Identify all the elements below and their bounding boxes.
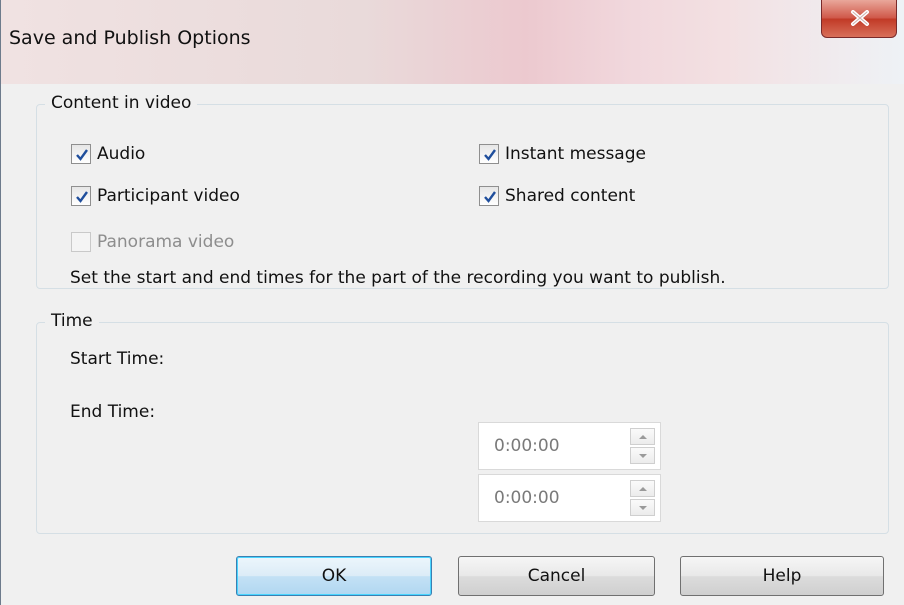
instant-message-checkbox-row[interactable]: Instant message xyxy=(479,141,646,167)
shared-content-checkbox-row[interactable]: Shared content xyxy=(479,183,635,209)
participant-video-checkbox[interactable] xyxy=(71,186,91,206)
title-bar[interactable]: Save and Publish Options xyxy=(1,0,904,84)
check-icon xyxy=(76,149,88,161)
instant-message-checkbox[interactable] xyxy=(479,144,499,164)
audio-checkbox-row[interactable]: Audio xyxy=(71,141,145,167)
end-time-value[interactable]: 0:00:00 xyxy=(494,488,560,508)
arrow-up-icon xyxy=(639,435,647,439)
check-icon xyxy=(76,191,88,203)
cancel-button[interactable]: Cancel xyxy=(458,556,655,596)
window-title: Save and Publish Options xyxy=(9,27,251,49)
time-description: Set the start and end times for the part… xyxy=(70,268,726,288)
close-button[interactable] xyxy=(821,0,897,38)
content-in-video-label: Content in video xyxy=(45,93,198,113)
audio-checkbox[interactable] xyxy=(71,144,91,164)
participant-video-label: Participant video xyxy=(97,186,240,206)
arrow-down-icon xyxy=(639,506,647,510)
panorama-video-checkbox xyxy=(71,232,91,252)
check-icon xyxy=(484,149,496,161)
start-time-label: Start Time: xyxy=(70,349,165,369)
close-icon xyxy=(851,10,869,26)
shared-content-label: Shared content xyxy=(505,186,636,206)
end-time-up-button[interactable] xyxy=(630,480,655,497)
help-button[interactable]: Help xyxy=(680,556,884,596)
end-time-spinner[interactable]: 0:00:00 xyxy=(478,474,661,522)
start-time-down-button[interactable] xyxy=(630,447,655,464)
ok-button[interactable]: OK xyxy=(236,556,432,596)
dialog-body: Content in video Audio Participant video… xyxy=(1,84,904,605)
end-time-down-button[interactable] xyxy=(630,499,655,516)
start-time-value[interactable]: 0:00:00 xyxy=(494,436,560,456)
arrow-down-icon xyxy=(639,454,647,458)
panorama-video-checkbox-row: Panorama video xyxy=(71,229,234,255)
time-group-label: Time xyxy=(45,311,99,331)
arrow-up-icon xyxy=(639,487,647,491)
shared-content-checkbox[interactable] xyxy=(479,186,499,206)
end-time-label: End Time: xyxy=(70,402,156,422)
instant-message-label: Instant message xyxy=(505,144,646,164)
save-publish-dialog: Save and Publish Options Content in vide… xyxy=(0,0,904,605)
audio-label: Audio xyxy=(97,144,146,164)
start-time-spinner[interactable]: 0:00:00 xyxy=(478,422,661,470)
start-time-up-button[interactable] xyxy=(630,428,655,445)
check-icon xyxy=(484,191,496,203)
participant-video-checkbox-row[interactable]: Participant video xyxy=(71,183,240,209)
panorama-video-label: Panorama video xyxy=(97,232,235,252)
